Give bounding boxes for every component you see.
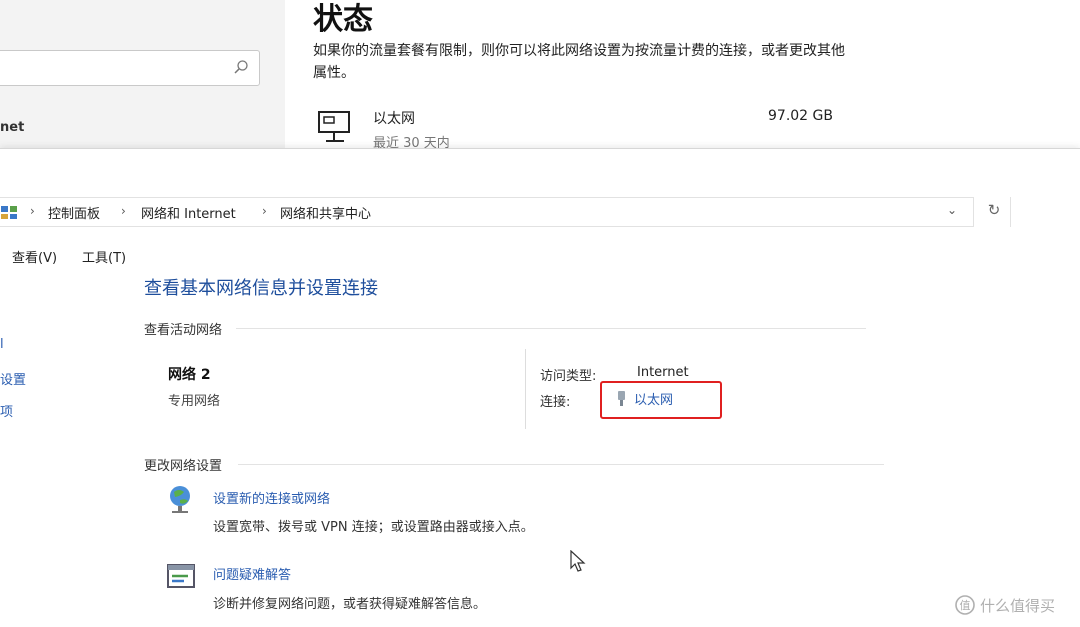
new-connection-globe-icon [170, 486, 190, 513]
network-name: 网络 2 [168, 367, 211, 383]
left-panel-link[interactable]: 设置 [0, 369, 26, 388]
ethernet-plug-icon [618, 391, 625, 406]
window-titlebar[interactable] [0, 149, 1080, 191]
setup-new-connection-description: 设置宽带、拨号或 VPN 连接；或设置路由器或接入点。 [213, 520, 534, 535]
breadcrumb-separator: › [30, 204, 35, 218]
setup-new-connection-link[interactable]: 设置新的连接或网络 [213, 488, 330, 507]
watermark-logo-icon: 值 [955, 595, 975, 615]
breadcrumb-network-internet[interactable]: 网络和 Internet [141, 203, 236, 222]
menu-view[interactable]: 查看(V) [12, 247, 57, 266]
troubleshoot-icon [167, 564, 195, 588]
left-panel-link[interactable]: 项 [0, 401, 13, 420]
ethernet-usage: 97.02 GB [768, 108, 833, 124]
status-page-title: 状态 [313, 2, 373, 37]
mouse-cursor-icon [570, 550, 586, 572]
active-networks-section-label: 查看活动网络 [144, 323, 223, 338]
svg-text:值: 值 [960, 599, 971, 612]
breadcrumb-separator: › [262, 204, 267, 218]
address-history-chevron-icon[interactable]: ⌄ [942, 203, 962, 221]
section-divider [236, 328, 866, 329]
troubleshoot-link[interactable]: 问题疑难解答 [213, 564, 291, 583]
change-settings-section-label: 更改网络设置 [144, 459, 223, 474]
settings-nav-item[interactable]: net [0, 120, 24, 135]
breadcrumb-network-sharing-center[interactable]: 网络和共享中心 [280, 203, 371, 222]
ethernet-connection-link[interactable]: 以太网 [617, 389, 673, 408]
ethernet-name[interactable]: 以太网 [373, 108, 415, 128]
breadcrumb-separator: › [121, 204, 126, 218]
control-panel-icon [1, 206, 17, 219]
search-icon[interactable] [233, 59, 249, 75]
access-type-value: Internet [637, 365, 689, 380]
ethernet-connection-label[interactable]: 以太网 [634, 393, 673, 408]
left-panel-link[interactable]: l [0, 337, 4, 352]
status-description: 如果你的流量套餐有限制，则你可以将此网络设置为按流量计费的连接，或者更改其他属性… [313, 43, 845, 81]
section-divider [238, 464, 884, 465]
connection-label: 连接: [540, 395, 571, 410]
breadcrumb-control-panel[interactable]: 控制面板 [48, 203, 100, 222]
troubleshoot-description: 诊断并修复网络问题，或者获得疑难解答信息。 [213, 597, 487, 612]
explorer-search-box[interactable] [1010, 197, 1080, 227]
refresh-icon[interactable]: ↻ [984, 201, 1004, 221]
page-heading: 查看基本网络信息并设置连接 [144, 278, 378, 299]
ethernet-monitor-icon [318, 111, 350, 142]
network-divider [525, 349, 526, 429]
menu-tools[interactable]: 工具(T) [82, 247, 126, 266]
access-type-label: 访问类型: [540, 369, 597, 384]
menubar [0, 241, 1080, 269]
watermark-text: 什么值得买 [980, 597, 1056, 615]
network-sharing-center-window: › 控制面板 › 网络和 Internet › 网络和共享中心 ⌄ ↻ 查看(V… [0, 148, 1080, 627]
watermark: 值 什么值得买 [955, 595, 1055, 619]
settings-search-box[interactable] [0, 50, 260, 86]
network-type: 专用网络 [168, 394, 221, 409]
